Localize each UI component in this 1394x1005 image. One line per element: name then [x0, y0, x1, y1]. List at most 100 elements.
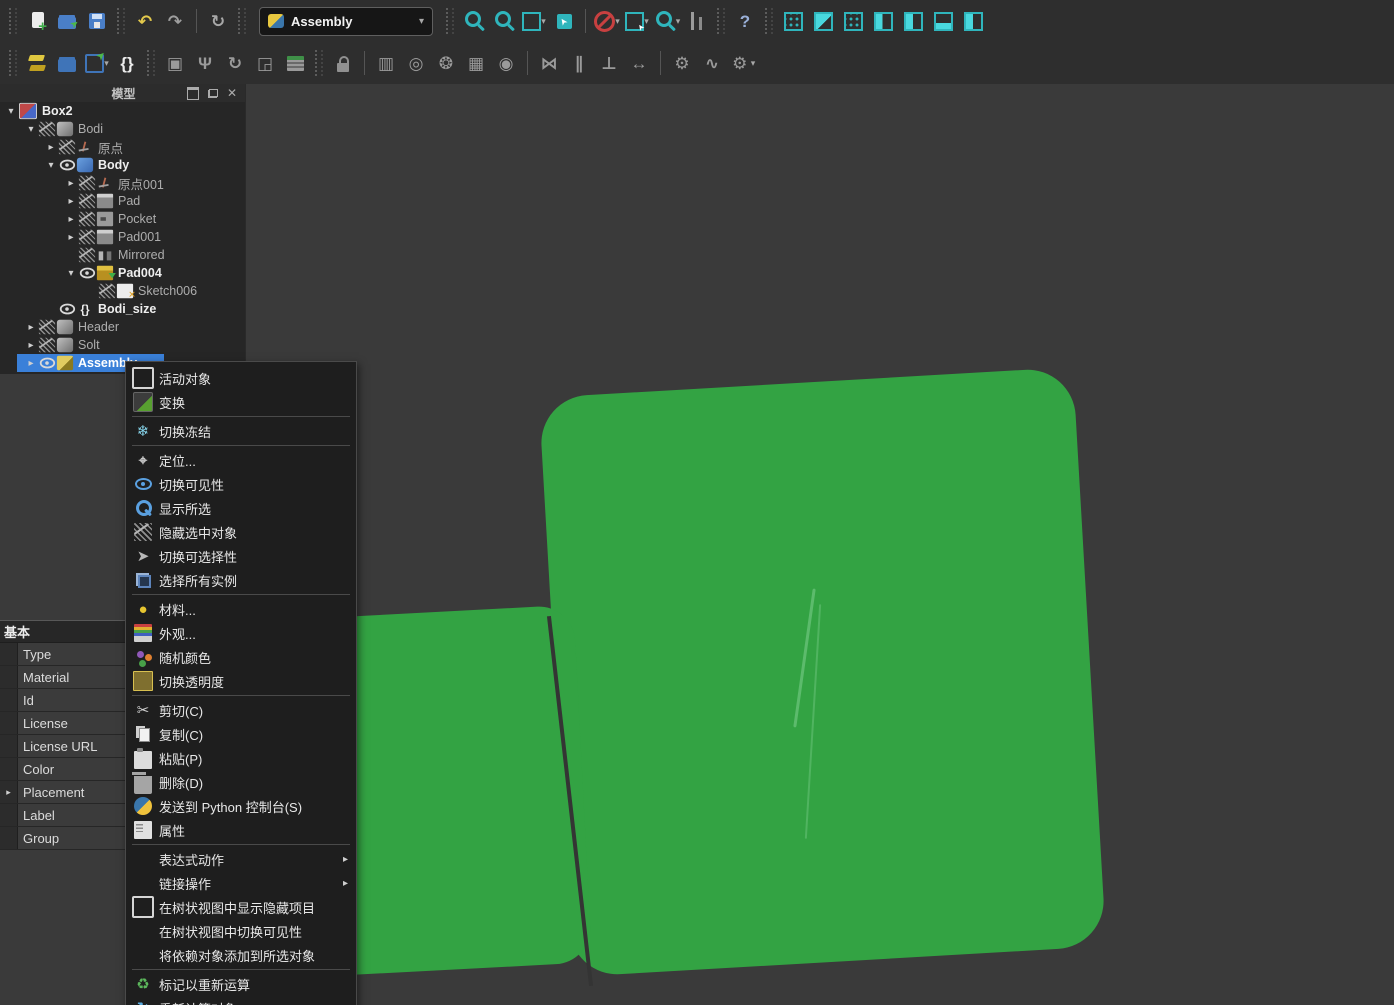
toolbar-drag-handle[interactable] [147, 50, 155, 76]
menu-item-hide-selected[interactable]: 隐藏选中对象 [126, 520, 356, 544]
tree-item-sketch006[interactable]: Sketch006 [0, 282, 245, 300]
expander-closed-icon[interactable]: ▸ [64, 196, 78, 207]
menu-item-active-object[interactable]: 活动对象 [126, 366, 356, 390]
chevron-down-icon[interactable]: ▾ [615, 16, 620, 27]
clipping-plane-button[interactable]: ▾ [592, 3, 622, 39]
menu-item-toggle-transparency[interactable]: 切换透明度 [126, 669, 356, 693]
insert-part-button[interactable]: ◲ [250, 45, 280, 81]
tree-item-原点001[interactable]: ▸原点001 [0, 174, 245, 192]
constraint-perpendicular-button[interactable]: ⊥ [594, 45, 624, 81]
toolbar-drag-handle[interactable] [446, 8, 454, 34]
tree-item-bodi[interactable]: ▾Bodi [0, 120, 245, 138]
spring-button[interactable]: ∿ [697, 45, 727, 81]
axonometric-view-button[interactable]: ▾ [519, 3, 549, 39]
measure-button[interactable] [682, 3, 712, 39]
expander-closed-icon[interactable]: ▸ [24, 340, 38, 351]
undo-button[interactable]: ↶ [130, 3, 160, 39]
save-button[interactable] [82, 3, 112, 39]
menu-item-show-selection[interactable]: 显示所选 [126, 496, 356, 520]
menu-item-mark-recompute[interactable]: ♻标记以重新运算 [126, 972, 356, 996]
view-front-button[interactable] [808, 3, 838, 39]
expander-open-icon[interactable]: ▾ [64, 268, 78, 279]
menu-item-recompute-object[interactable]: ↻重新计算对象 [126, 996, 356, 1005]
expressions-button[interactable]: {} [112, 45, 142, 81]
expander-open-icon[interactable]: ▾ [4, 106, 18, 117]
viewport-3d[interactable] [246, 84, 1394, 1005]
view-top-button[interactable] [838, 3, 868, 39]
refresh-button[interactable]: ↻ [203, 3, 233, 39]
maximize-icon[interactable] [187, 87, 199, 100]
new-group-button[interactable] [52, 45, 82, 81]
toolbar-drag-handle[interactable] [765, 8, 773, 34]
tree-item-原点[interactable]: ▸原点 [0, 138, 245, 156]
expander-closed-icon[interactable]: ▸ [64, 232, 78, 243]
solid-union-button[interactable]: ▣ [160, 45, 190, 81]
chevron-down-icon[interactable]: ▾ [541, 16, 546, 27]
expander-closed-icon[interactable]: ▸ [0, 781, 18, 803]
menu-item-select-all-instances[interactable]: 选择所有实例 [126, 568, 356, 592]
redo-button[interactable]: ↷ [160, 3, 190, 39]
menu-item-toggle-selectability[interactable]: ➤切换可选择性 [126, 544, 356, 568]
whats-this-button[interactable]: ? [730, 3, 760, 39]
menu-item-random-color[interactable]: 随机颜色 [126, 645, 356, 669]
view-right-button[interactable] [868, 3, 898, 39]
tree-item-pocket[interactable]: ▸Pocket [0, 210, 245, 228]
navigation-cube-button[interactable]: ▾ [622, 3, 652, 39]
simulation-gears-button[interactable]: ⚙▾ [727, 45, 757, 81]
expander-closed-icon[interactable]: ▸ [64, 214, 78, 225]
new-document-button[interactable] [22, 3, 52, 39]
insert-block-button[interactable]: ▦ [461, 45, 491, 81]
menu-item-placement[interactable]: ⌖定位... [126, 448, 356, 472]
new-assembly-button[interactable] [22, 45, 52, 81]
export-link-button[interactable]: ▾ [82, 45, 112, 81]
expander-closed-icon[interactable]: ▸ [64, 178, 78, 189]
menu-item-cut[interactable]: ✂剪切(C) [126, 698, 356, 722]
insert-bushing-button[interactable]: ▥ [371, 45, 401, 81]
insert-bearing-button[interactable]: ❂ [431, 45, 461, 81]
tree-item-solt[interactable]: ▸Solt [0, 336, 245, 354]
toolbar-drag-handle[interactable] [9, 50, 17, 76]
menu-item-show-hidden-tree-items[interactable]: 在树状视图中显示隐藏项目 [126, 895, 356, 919]
toolbar-drag-handle[interactable] [9, 8, 17, 34]
expander-closed-icon[interactable]: ▸ [24, 358, 38, 369]
menu-item-send-to-python-console[interactable]: 发送到 Python 控制台(S) [126, 794, 356, 818]
menu-item-toggle-freeze[interactable]: ❄切换冻结 [126, 419, 356, 443]
toolbar-drag-handle[interactable] [315, 50, 323, 76]
insert-ball-button[interactable]: ◉ [491, 45, 521, 81]
menu-item-add-dependent-objects[interactable]: 将依赖对象添加到所选对象 [126, 943, 356, 967]
view-axonometric-button[interactable] [778, 3, 808, 39]
menu-item-appearance[interactable]: 外观... [126, 621, 356, 645]
menu-item-delete[interactable]: 删除(D) [126, 770, 356, 794]
green-box-large[interactable] [539, 367, 1107, 977]
tree-item-pad004[interactable]: ▾Pad004 [0, 264, 245, 282]
view-bottom-button[interactable] [928, 3, 958, 39]
menu-item-toggle-visibility[interactable]: 切换可见性 [126, 472, 356, 496]
toolbar-drag-handle[interactable] [238, 8, 246, 34]
tree-item-mirrored[interactable]: Mirrored [0, 246, 245, 264]
toolbar-drag-handle[interactable] [117, 8, 125, 34]
tree-item-header[interactable]: ▸Header [0, 318, 245, 336]
expander-closed-icon[interactable]: ▸ [44, 142, 58, 153]
float-panel-icon[interactable] [208, 89, 218, 98]
lock-fasten-button[interactable] [328, 45, 358, 81]
tree-item-pad[interactable]: ▸Pad [0, 192, 245, 210]
chevron-down-icon[interactable]: ▾ [676, 16, 681, 27]
menu-item-link-actions[interactable]: 链接操作▸ [126, 871, 356, 895]
view-rear-button[interactable] [898, 3, 928, 39]
menu-item-toggle-visibility-tree[interactable]: 在树状视图中切换可见性 [126, 919, 356, 943]
expander-closed-icon[interactable]: ▸ [24, 322, 38, 333]
menu-item-transform[interactable]: 变换 [126, 390, 356, 414]
tree-item-body[interactable]: ▾Body [0, 156, 245, 174]
tree-item-pad001[interactable]: ▸Pad001 [0, 228, 245, 246]
workbench-selector[interactable]: Assembly▾ [259, 7, 433, 36]
insert-disc-button[interactable]: ◎ [401, 45, 431, 81]
box-zoom-select-button[interactable] [549, 3, 579, 39]
expander-open-icon[interactable]: ▾ [24, 124, 38, 135]
close-icon[interactable]: ✕ [227, 89, 237, 98]
zoom-selection-button[interactable] [489, 3, 519, 39]
menu-item-properties[interactable]: 属性 [126, 818, 356, 842]
tree-item-box2[interactable]: ▾Box2 [0, 102, 245, 120]
constraint-coincident-button[interactable]: ⋈ [534, 45, 564, 81]
rotate-view-button[interactable]: ▾ [652, 3, 682, 39]
menu-item-material[interactable]: ●材料... [126, 597, 356, 621]
